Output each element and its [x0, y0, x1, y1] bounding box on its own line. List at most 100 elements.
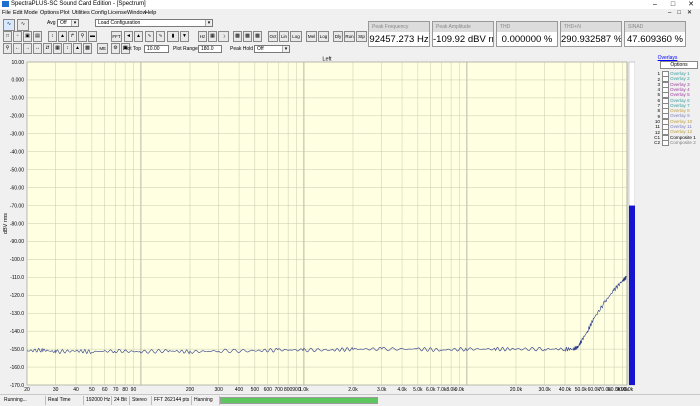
overlay-item[interactable]: C2 Composite 2 [654, 139, 696, 146]
filter-button[interactable]: ▼ [180, 31, 189, 42]
menu-window[interactable]: Window [127, 9, 147, 17]
imd-button[interactable]: ∿ [156, 31, 165, 42]
menu-edit[interactable]: Edit [13, 9, 22, 17]
arrow-left-icon: ← [15, 45, 20, 51]
level-button[interactable]: ▬ [88, 31, 97, 42]
meter-label: SINAD [625, 22, 685, 32]
mel-scale-button[interactable]: Mel [306, 31, 317, 42]
scroll-right-button[interactable]: → [23, 43, 32, 54]
menu-file[interactable]: File [2, 9, 11, 17]
config-value: Load Configuration [98, 20, 141, 26]
spectrum-chart[interactable]: 10.00 0.000 -10.00 -20.00 -30.00 -40.00 -50.00… [0, 55, 635, 393]
mode-icon-button[interactable]: ∿ [17, 19, 29, 31]
meter-value: 290.932587 % [561, 34, 621, 45]
x-tick-label: 4.0k [397, 387, 407, 393]
scroll-left-button[interactable]: ← [13, 43, 22, 54]
autoscale-button[interactable]: ↕ [63, 43, 72, 54]
peak-button[interactable]: ▲ [134, 31, 143, 42]
print-button[interactable]: ▤ [33, 31, 42, 42]
open-button[interactable]: ▫ [13, 31, 22, 42]
cal-button[interactable]: ◄ [124, 31, 133, 42]
gear-icon: ⚙ [113, 45, 118, 51]
status-bar: Running... Real Time 192000 Hz 24 Bit St… [0, 394, 700, 406]
menu-help[interactable]: Help [145, 9, 156, 17]
mark-button[interactable]: ▲ [73, 43, 82, 54]
overlay-name: Composite 2 [670, 140, 696, 146]
y-tick-label: -100.0 [10, 257, 24, 263]
print-icon: ▤ [35, 33, 40, 39]
maximize-icon[interactable]: □ [664, 0, 682, 9]
overlay-options-button[interactable]: Options [660, 61, 698, 69]
mag-button[interactable]: ⚲ [78, 31, 87, 42]
status-fft-size: FFT 262144 pts [152, 396, 192, 405]
x-tick-label: 300 [215, 387, 224, 393]
peak-hold-select[interactable]: Off ▾ [254, 45, 290, 53]
new-icon: □ [5, 33, 10, 39]
config-select[interactable]: Load Configuration ▾ [95, 19, 213, 27]
menu-options[interactable]: Options [40, 9, 59, 17]
mark-icon: ▲ [75, 45, 80, 51]
overlay-checkbox[interactable] [662, 139, 669, 146]
zoom-in-button[interactable]: ⚲ [3, 43, 12, 54]
log2-scale-button[interactable]: Log [318, 31, 329, 42]
x-tick-label: 90 [131, 387, 137, 393]
menu-mode[interactable]: Mode [24, 9, 38, 17]
peak-amplitude-meter[interactable]: Peak Amplitude -109.92 dBV rms [432, 21, 494, 47]
oct-button[interactable]: ▮ [167, 31, 179, 42]
compress-button[interactable]: ⇵ [43, 43, 52, 54]
mtt-button[interactable]: Mtt [97, 43, 108, 54]
peak-frequency-meter[interactable]: Peak Frequency 92457.273 Hz [368, 21, 430, 47]
menu-config[interactable]: Config [91, 9, 107, 17]
avg-label: Avg [47, 20, 56, 26]
sinad-meter-button[interactable]: ▩ [253, 31, 262, 42]
marker-button[interactable]: ▲ [58, 31, 67, 42]
close-icon[interactable]: ✕ [682, 0, 700, 9]
meter-value: -109.92 dBV rms [433, 34, 493, 45]
save-button[interactable]: ▣ [23, 31, 32, 42]
lin-scale-button[interactable]: Lin [279, 31, 289, 42]
thdn-meter-button[interactable]: ▩ [243, 31, 252, 42]
sinad-meter[interactable]: SINAD 47.609360 % [624, 21, 686, 47]
pwr-button[interactable]: ☽ [218, 31, 229, 42]
settings-button[interactable]: ⚙ [111, 43, 120, 54]
new-button[interactable]: □ [3, 31, 12, 42]
log-scale-button[interactable]: Log [290, 31, 302, 42]
cursor-button[interactable]: ↱ [68, 31, 77, 42]
minimize-icon[interactable]: – [646, 0, 664, 9]
x-tick-label: 20 [24, 387, 30, 393]
avg-value: Off [60, 20, 67, 26]
spectrum-button[interactable]: ∿ [3, 19, 15, 31]
plot-top-label: Plot Top [123, 46, 141, 52]
mdi-controls[interactable]: –□✕ [668, 9, 698, 17]
delay-button[interactable]: Dly [333, 31, 343, 42]
run-button[interactable]: Run [344, 31, 355, 42]
menu-utilities[interactable]: Utilities [72, 9, 90, 17]
hz-button[interactable]: Hz [198, 31, 207, 42]
menu-license[interactable]: License [108, 9, 127, 17]
magnify-icon: ⚲ [80, 33, 85, 39]
window-title: SpectraPLUS-SC Sound Card Edition - [Spe… [11, 1, 146, 7]
meter-label: THD [497, 22, 557, 32]
oct-scale-button[interactable]: Oct [268, 31, 278, 42]
thdn-meter[interactable]: THD+N 290.932587 % [560, 21, 622, 47]
thd-meter-button[interactable]: ▩ [233, 31, 242, 42]
thd-meter[interactable]: THD 0.000000 % [496, 21, 558, 47]
menu-plot[interactable]: Plot [60, 9, 69, 17]
plot-range-input[interactable]: 180.0 [198, 45, 222, 53]
meter-label: Peak Amplitude [433, 22, 493, 32]
thd-button[interactable]: ∿ [145, 31, 154, 42]
x-tick-label: 50 [89, 387, 95, 393]
fft-button[interactable]: FFT [111, 31, 122, 42]
x-tick-label: 200 [186, 387, 195, 393]
spectro-button[interactable]: ▩ [83, 43, 92, 54]
y-tick-label: -70.00 [10, 203, 24, 209]
zoom-button[interactable]: ↕ [48, 31, 57, 42]
db-button[interactable]: ▦ [208, 31, 217, 42]
plot-top-input[interactable]: 10.00 [144, 45, 169, 53]
avg-select[interactable]: Off ▾ [57, 19, 79, 27]
grid-button[interactable]: ▦ [53, 43, 62, 54]
stop-button[interactable]: Stp [356, 31, 367, 42]
expand-button[interactable]: ↔ [33, 43, 42, 54]
cursor-icon: ↱ [70, 33, 75, 39]
chevron-down-icon: ▾ [282, 46, 289, 52]
